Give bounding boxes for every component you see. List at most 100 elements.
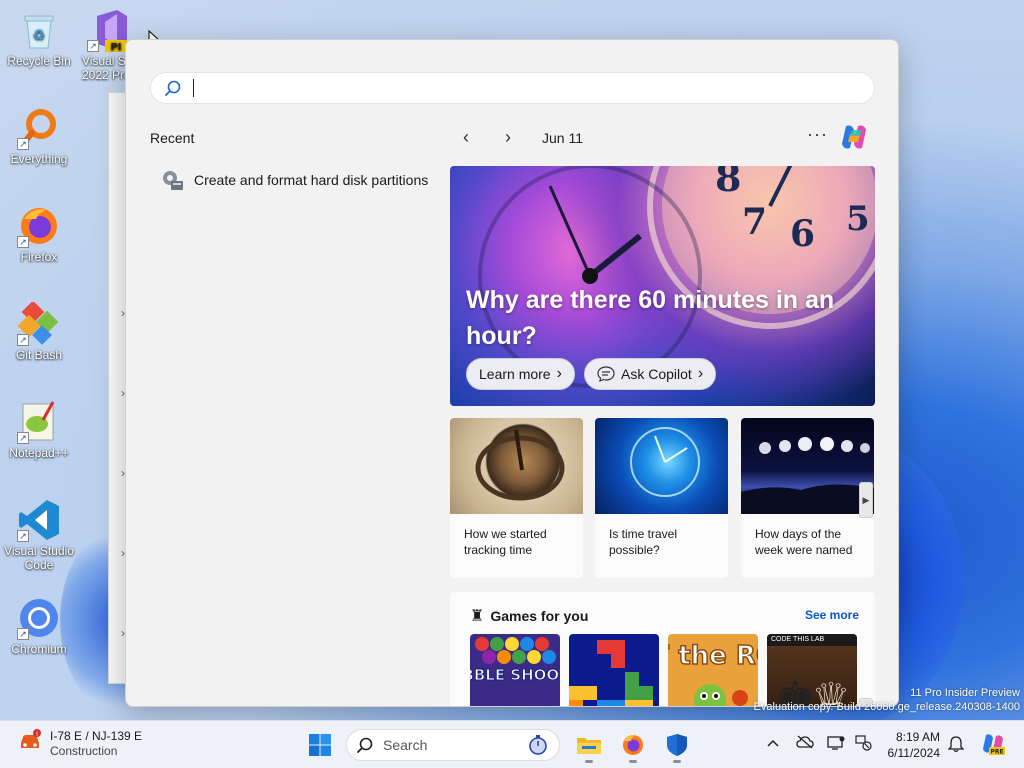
running-indicator <box>629 760 637 763</box>
see-more-link[interactable]: See more <box>805 608 859 622</box>
article-card[interactable]: How we started tracking time <box>450 418 583 578</box>
shortcut-arrow-icon: ↗ <box>17 236 29 248</box>
cards-scroll-right-button[interactable]: ▶ <box>859 482 873 518</box>
game-tile-title: BUBBLE SHOOTER <box>470 666 560 684</box>
watermark-line-1: 11 Pro Insider Preview <box>910 687 1020 699</box>
cloud-off-icon <box>796 735 814 749</box>
display-tray-icon[interactable] <box>827 735 845 754</box>
onedrive-tray-icon[interactable] <box>796 735 814 752</box>
show-hidden-icons-button[interactable] <box>766 735 780 751</box>
search-icon <box>165 80 181 96</box>
running-indicator <box>585 760 593 763</box>
more-options-button[interactable]: ··· <box>807 124 828 145</box>
build-watermark: 11 Pro Insider Preview Evaluation copy. … <box>754 686 1020 714</box>
windows-logo-icon <box>309 734 331 756</box>
desktop-icon-label: Notepad++ <box>9 446 69 460</box>
learn-more-button[interactable]: Learn more › <box>466 358 575 390</box>
taskbar: ! I-78 E / NJ-139 E Construction Search <box>0 720 1024 768</box>
system-clock[interactable]: 8:19 AM 6/11/2024 <box>880 729 941 761</box>
game-tile-cut-the-rope[interactable]: CUT the ROPE <box>668 634 758 706</box>
bell-icon <box>947 736 965 753</box>
git-bash-icon: ↗ <box>17 302 61 346</box>
sundial-image <box>450 418 583 514</box>
chat-bubble-icon <box>597 366 615 382</box>
article-card-title: How we started tracking time <box>464 527 547 557</box>
network-icon <box>855 735 872 751</box>
svg-text:6: 6 <box>790 213 815 255</box>
shortcut-arrow-icon: ↗ <box>17 138 29 150</box>
chevron-up-icon <box>767 739 779 747</box>
chevron-right-icon: › <box>697 365 704 382</box>
ask-copilot-button[interactable]: Ask Copilot › <box>584 358 717 390</box>
recent-item[interactable]: Create and format hard disk partitions <box>160 168 428 192</box>
desktop-icon-label: Everything <box>10 152 68 166</box>
svg-text:PRE: PRE <box>990 749 1003 756</box>
game-tile-bubble-shooter[interactable]: BUBBLE SHOOTER <box>470 634 560 706</box>
clock-date: 6/11/2024 <box>887 746 941 760</box>
shortcut-arrow-icon: ↗ <box>17 628 29 640</box>
copilot-preview-icon: PRE <box>983 734 1005 756</box>
svg-text:!: ! <box>36 731 38 738</box>
games-title: Games for you <box>490 607 589 624</box>
time-travel-image <box>595 418 728 514</box>
moon-phases-image <box>741 418 874 514</box>
notifications-button[interactable] <box>947 735 965 756</box>
hero-card[interactable]: 8 7 6 5 Why are there 60 minutes in an h… <box>450 166 875 406</box>
shortcut-arrow-icon: ↗ <box>87 40 99 52</box>
recent-item-label: Create and format hard disk partitions <box>194 172 429 188</box>
chevron-right-icon: › <box>556 365 562 382</box>
recycle-bin-icon: ♻ <box>17 8 61 52</box>
svg-text:PI: PI <box>110 42 121 52</box>
hero-title: Why are there 60 minutes in an hour? <box>466 286 835 350</box>
traffic-status: Construction <box>50 744 118 758</box>
next-day-button[interactable]: › <box>498 127 518 148</box>
taskbar-windows-security[interactable] <box>663 731 691 763</box>
stopwatch-icon <box>529 735 547 755</box>
svg-text:5: 5 <box>846 199 870 239</box>
date-navigation: ‹ › Jun 11 <box>456 127 583 148</box>
learn-more-label: Learn more <box>479 366 551 382</box>
network-tray-icon[interactable] <box>854 735 872 754</box>
desktop-icon-label: Recycle Bin <box>7 54 71 68</box>
chess-piece-icon: ♜ <box>470 606 485 625</box>
taskbar-search-box[interactable]: Search <box>346 729 560 761</box>
shortcut-arrow-icon: ↗ <box>17 334 29 346</box>
svg-text:7: 7 <box>742 201 767 243</box>
article-card-title: Is time travel possible? <box>609 527 678 557</box>
desktop-icon-notepad-plus-plus[interactable]: ↗ Notepad++ <box>2 400 76 460</box>
article-card[interactable]: How days of the week were named <box>741 418 874 578</box>
article-card[interactable]: Is time travel possible? <box>595 418 728 578</box>
start-button[interactable] <box>306 731 334 759</box>
svg-text:8: 8 <box>715 166 741 200</box>
desktop-icon-label: Visual Studio Code <box>4 544 74 572</box>
clock-time: 8:19 AM <box>895 730 940 744</box>
previous-day-button[interactable]: ‹ <box>456 127 476 148</box>
current-date: Jun 11 <box>542 129 583 146</box>
watermark-line-2: Evaluation copy. Build 26080.ge_release.… <box>753 701 1020 713</box>
search-icon <box>357 737 373 753</box>
copilot-icon[interactable] <box>838 122 870 152</box>
desktop-icon-recycle-bin[interactable]: ♻ Recycle Bin <box>2 8 76 68</box>
ask-copilot-label: Ask Copilot <box>621 366 692 382</box>
search-input[interactable] <box>150 72 875 104</box>
desktop-icon-label: Chromium <box>11 642 67 656</box>
firefox-icon: ↗ <box>17 204 61 248</box>
running-indicator <box>673 760 681 763</box>
game-tile-tetris[interactable] <box>569 634 659 706</box>
desktop-icon-firefox[interactable]: ↗ Firefox <box>2 204 76 264</box>
traffic-widget[interactable]: ! I-78 E / NJ-139 E Construction <box>18 729 142 759</box>
desktop-icon-vscode[interactable]: ↗ Visual Studio Code <box>2 498 76 572</box>
search-panel: Recent Create and format hard disk parti… <box>125 39 899 707</box>
desktop-icon-label: Git Bash <box>15 348 63 362</box>
taskbar-firefox[interactable] <box>619 731 647 763</box>
text-caret <box>193 79 194 97</box>
desktop-icon-label: Firefox <box>20 250 58 264</box>
everything-search-icon: ↗ <box>17 106 61 150</box>
desktop-icon-chromium[interactable]: ↗ Chromium <box>2 596 76 656</box>
desktop-icon-git-bash[interactable]: ↗ Git Bash <box>2 302 76 362</box>
games-heading: ♜ Games for you <box>470 606 588 625</box>
taskbar-file-explorer[interactable] <box>575 731 603 763</box>
desktop-icon-everything[interactable]: ↗ Everything <box>2 106 76 166</box>
copilot-taskbar-button[interactable]: PRE <box>980 731 1006 760</box>
folder-icon <box>577 738 601 754</box>
